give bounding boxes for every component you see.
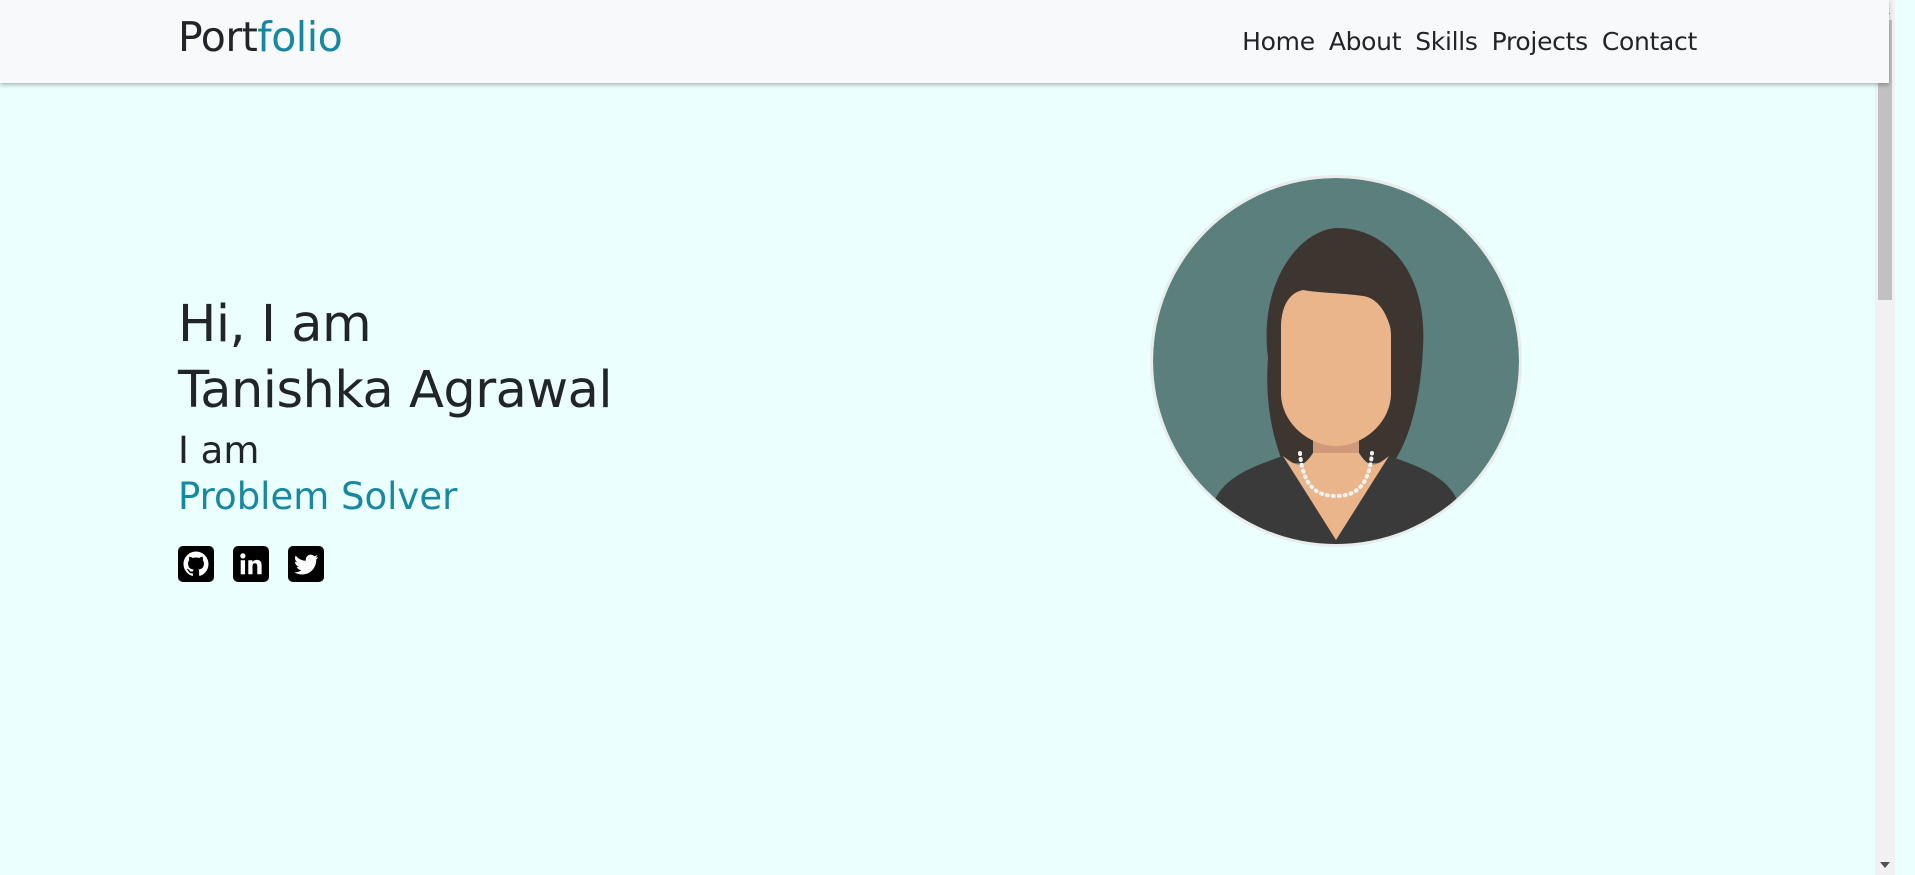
navbar: Portfolio Home About Skills Projects Con… (0, 0, 1889, 83)
nav-projects-link[interactable]: Projects (1485, 22, 1595, 62)
github-link[interactable] (178, 546, 214, 582)
profile-avatar (1153, 178, 1519, 544)
iam-text: I am (178, 429, 260, 472)
greeting-heading: Hi, I am (178, 295, 372, 354)
name-heading: Tanishka Agrawal (178, 361, 613, 420)
linkedin-icon (240, 553, 262, 575)
nav-links: Home About Skills Projects Contact (1235, 22, 1704, 62)
github-icon (183, 551, 209, 576)
nav-home-link[interactable]: Home (1235, 22, 1322, 62)
nav-contact-link[interactable]: Contact (1595, 22, 1704, 62)
nav-about-link[interactable]: About (1322, 22, 1408, 62)
scroll-down-arrow-icon[interactable] (1875, 856, 1895, 873)
page: Portfolio Home About Skills Projects Con… (0, 0, 1895, 875)
woman-avatar-illustration (1153, 178, 1519, 544)
vertical-scrollbar[interactable] (1875, 0, 1895, 875)
twitter-link[interactable] (288, 546, 324, 582)
linkedin-link[interactable] (233, 546, 269, 582)
social-links (178, 546, 612, 582)
brand-main: Port (178, 13, 258, 61)
role-text: Problem Solver (178, 475, 458, 518)
nav-skills-link[interactable]: Skills (1408, 22, 1484, 62)
twitter-icon (294, 554, 319, 575)
brand-accent: folio (257, 13, 343, 61)
hero-intro: Hi, I am Tanishka Agrawal I am Problem S… (178, 292, 613, 582)
brand-logo[interactable]: Portfolio (178, 8, 343, 66)
